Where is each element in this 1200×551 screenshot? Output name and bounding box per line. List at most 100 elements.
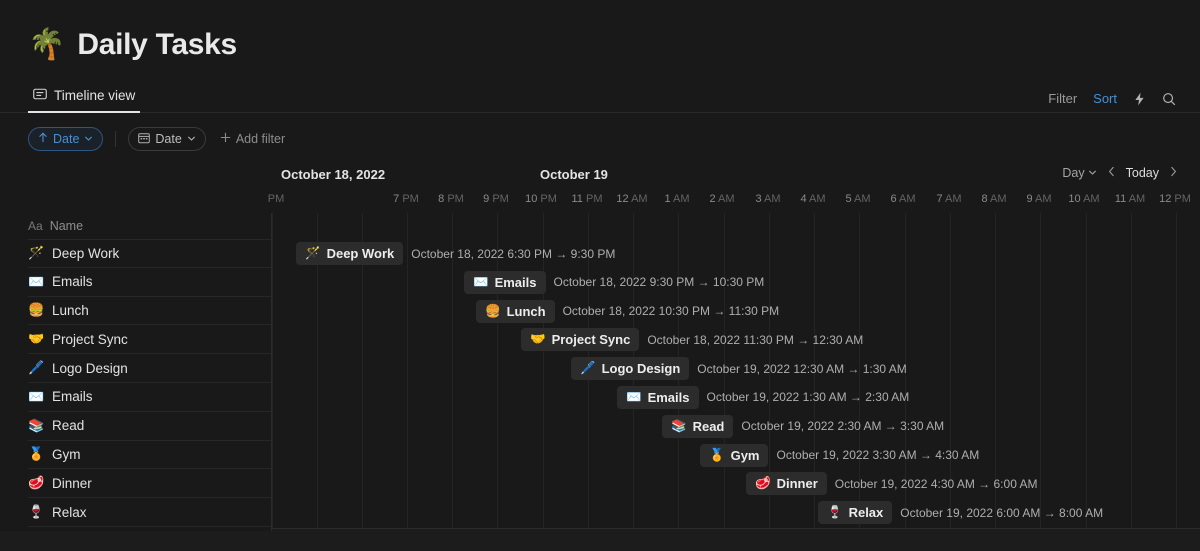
hour-tick-label: 11 PM [571,193,603,205]
timeline-bar[interactable]: 🤝 Project Sync October 18, 2022 11:30 PM →… [521,328,863,352]
task-name: Emails [52,389,93,405]
timeline-bar[interactable]: 🍷 Relax October 19, 2022 6:00 AM → 8:00 AM [818,501,1103,525]
zoom-level-selector[interactable]: Day [1062,166,1096,180]
magic-wand-icon: 🪄 [305,246,321,260]
timeline-bar-pill[interactable]: 🪄 Deep Work [296,242,404,265]
task-name: Logo Design [52,360,128,376]
chevron-right-icon[interactable] [1169,165,1178,180]
wine-glass-icon: 🍷 [28,504,45,520]
chevron-left-icon[interactable] [1107,165,1116,180]
hour-tick-label: 11 AM [1114,193,1146,205]
name-column: Aa Name 🪄 Deep Work ✉️ Emails 🍔 Lunch 🤝 Project… [0,213,272,531]
task-name: Dinner [52,475,92,491]
timeline-bar-daterange: October 19, 2022 1:30 AM → 2:30 AM [706,390,910,405]
task-name: Relax [52,504,87,520]
hamburger-icon: 🍔 [28,302,45,318]
sort-chip-date[interactable]: Date [28,127,104,151]
task-name: Gym [52,446,81,462]
hour-tick-label: 8 AM [981,193,1007,205]
lightning-bolt-icon[interactable] [1133,92,1146,106]
table-row[interactable]: ✉️ Emails [28,383,271,412]
envelope-icon: ✉️ [28,273,45,289]
table-row[interactable]: 🪄 Deep Work [28,239,271,268]
hour-tick-label: 9 AM [1026,193,1052,205]
timeline-row: 🖊️ Logo Design October 19, 2022 12:30 AM →… [272,354,1200,383]
books-icon: 📚 [671,418,687,433]
magic-wand-icon: 🪄 [28,245,45,261]
timeline-bar-daterange: October 19, 2022 4:30 AM → 6:00 AM [834,476,1038,491]
timeline-view-icon [33,87,47,104]
timeline-bar-pill[interactable]: 🍔 Lunch [476,299,555,323]
timeline-bar[interactable]: ✉️ Emails October 18, 2022 9:30 PM → 10:30… [464,270,765,294]
timeline-bar[interactable]: 🖊️ Logo Design October 19, 2022 12:30 AM →… [571,357,907,381]
table-row[interactable]: ✉️ Emails [28,268,271,297]
envelope-icon: ✉️ [626,389,642,404]
hour-tick-label: 9 PM [483,193,509,205]
timeline-bar[interactable]: 🍔 Lunch October 18, 2022 10:30 PM → 11:30 … [476,299,779,323]
timeline-bar[interactable]: 🏅 Gym October 19, 2022 3:30 AM → 4:30 AM [700,443,980,467]
timeline-row: 📚 Read October 19, 2022 2:30 AM → 3:30 AM [272,412,1200,441]
timeline-bar-pill[interactable]: 🏅 Gym [700,443,769,467]
timeline-bar-pill[interactable]: 📚 Read [662,414,734,438]
table-row[interactable]: 🍔 Lunch [28,297,271,326]
property-chip-date[interactable]: Date [128,127,206,151]
hour-tick-label: 5 AM [845,193,871,205]
timeline-bar[interactable]: 🪄 Deep Work October 18, 2022 6:30 PM → 9:3… [296,242,615,265]
table-row[interactable]: 🖊️ Logo Design [28,354,271,383]
palm-tree-icon: 🌴 [28,28,66,61]
timeline-row: 🪄 Deep Work October 18, 2022 6:30 PM → 9:3… [272,239,1200,268]
timeline-bar-pill[interactable]: 🤝 Project Sync [521,328,640,352]
pen-icon: 🖊️ [580,361,596,376]
timeline-row: ✉️ Emails October 19, 2022 1:30 AM → 2:30 … [272,383,1200,412]
hour-tick-label: 4 AM [800,193,826,205]
sort-button[interactable]: Sort [1093,91,1117,106]
timeline-date-group: October 19 [540,167,608,182]
timeline-bar-label: Gym [730,447,760,463]
sort-chip-label: Date [53,132,80,146]
filter-button[interactable]: Filter [1048,91,1077,106]
timeline-bars: 🪄 Deep Work October 18, 2022 6:30 PM → 9:3… [272,239,1200,531]
today-button[interactable]: Today [1126,166,1159,180]
table-row[interactable]: 🏅 Gym [28,441,271,470]
timeline-bar-pill[interactable]: 🖊️ Logo Design [571,357,690,381]
table-row[interactable]: 🥩 Dinner [28,469,271,499]
timeline-bar-daterange: October 18, 2022 9:30 PM → 10:30 PM [553,275,765,290]
timeline-bar-label: Relax [848,505,884,521]
envelope-icon: ✉️ [28,388,45,404]
handshake-icon: 🤝 [28,331,45,347]
timeline-bar-pill[interactable]: 🥩 Dinner [746,472,827,496]
property-chip-label: Date [155,132,182,146]
calendar-icon [138,132,151,147]
table-row[interactable]: 🤝 Project Sync [28,325,271,355]
add-filter-button[interactable]: Add filter [216,132,289,146]
timeline-bar-label: Read [692,418,725,434]
hour-tick-label: 3 AM [755,193,781,205]
tab-label: Timeline view [54,88,136,103]
task-name: Emails [52,274,93,290]
chip-divider [115,131,117,147]
handshake-icon: 🤝 [530,332,546,347]
hour-tick-label: 7 AM [936,193,962,205]
timeline-bar[interactable]: 📚 Read October 19, 2022 2:30 AM → 3:30 AM [662,414,944,438]
timeline-bar-daterange: October 19, 2022 3:30 AM → 4:30 AM [776,448,980,463]
tab-timeline-view[interactable]: Timeline view [28,87,141,113]
timeline-bar-pill[interactable]: ✉️ Emails [617,385,699,409]
timeline-row: 🏅 Gym October 19, 2022 3:30 AM → 4:30 AM [272,441,1200,470]
table-row[interactable]: 📚 Read [28,412,271,441]
table-row[interactable]: 🍷 Relax [28,498,271,527]
hour-tick-label: 10 AM [1068,193,1100,205]
hour-tick-label: 1 AM [664,193,690,205]
page-header: 🌴 Daily Tasks [0,0,1200,62]
timeline-bar-label: Emails [494,274,537,290]
hour-tick-label: 12 AM [616,193,648,205]
timeline-bar-label: Lunch [506,303,546,319]
search-icon[interactable] [1162,92,1176,106]
timeline-bar[interactable]: ✉️ Emails October 19, 2022 1:30 AM → 2:30 … [617,385,910,409]
chevron-down-icon [1088,166,1097,180]
view-bar: Timeline view Filter Sort [0,82,1200,113]
timeline-bar[interactable]: 🥩 Dinner October 19, 2022 4:30 AM → 6:00 A… [746,472,1038,496]
timeline-bar-pill[interactable]: ✉️ Emails [464,270,546,294]
timeline-bar-label: Logo Design [601,361,681,377]
task-name: Lunch [52,302,89,318]
timeline-bar-pill[interactable]: 🍷 Relax [818,501,893,525]
